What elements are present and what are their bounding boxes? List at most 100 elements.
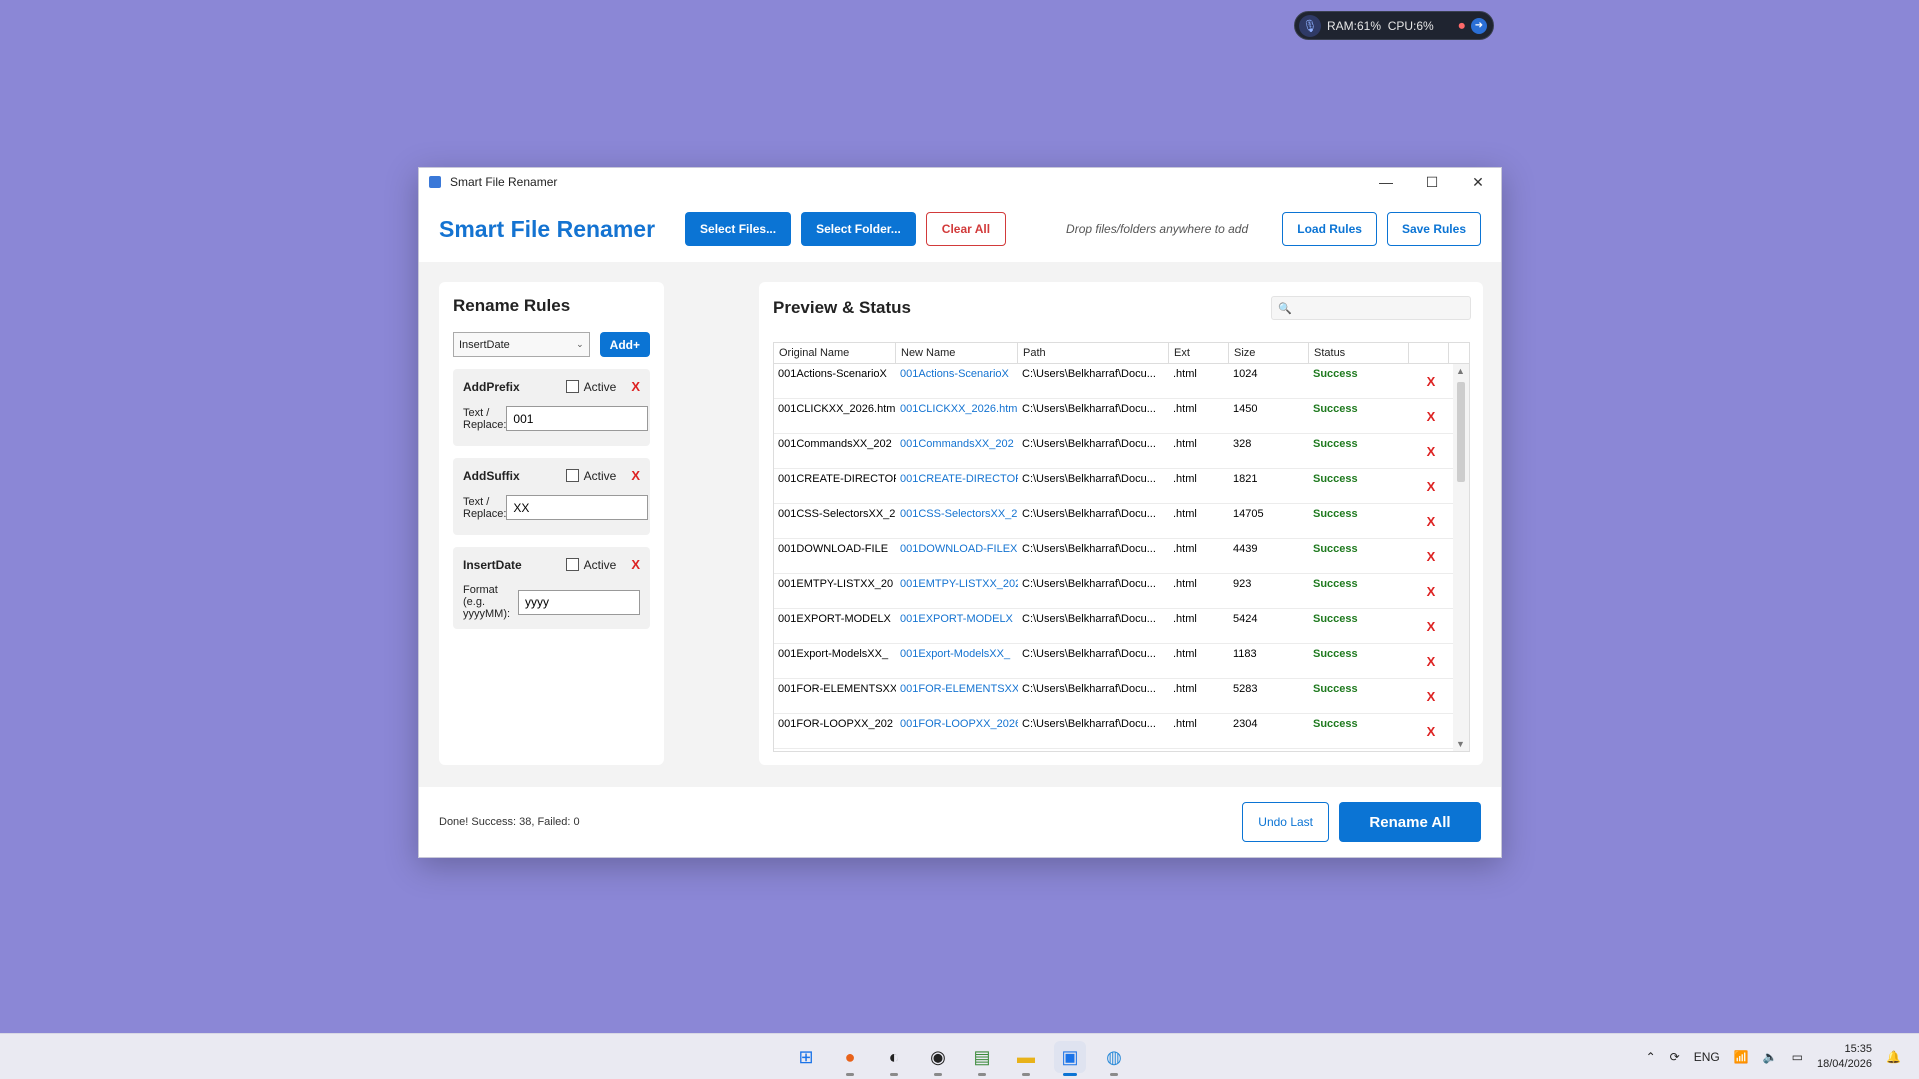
select-folder-button[interactable]: Select Folder...: [801, 212, 916, 246]
volume-icon[interactable]: 🔈: [1763, 1050, 1778, 1064]
col-original-name[interactable]: Original Name: [774, 343, 896, 363]
notification-bell-icon[interactable]: 🔔: [1886, 1050, 1901, 1064]
rule-value-input[interactable]: [506, 495, 649, 520]
table-row[interactable]: 001DOWNLOAD-FILE 001DOWNLOAD-FILEX C:\User…: [774, 539, 1469, 574]
system-monitor-widget[interactable]: 🎙 RAM:61% CPU:6% ⏺ ➜: [1294, 11, 1494, 40]
table-row[interactable]: 001CSS-SelectorsXX_2 001CSS-SelectorsXX_2…: [774, 504, 1469, 539]
remove-file-button[interactable]: X: [1409, 399, 1449, 433]
rule-value-input[interactable]: [506, 406, 649, 431]
maximize-button[interactable]: ☐: [1409, 168, 1455, 196]
original-name-cell: 001DOWNLOAD-FILE: [778, 543, 889, 555]
original-name-cell: 001EMTPY-LISTXX_20: [778, 578, 894, 590]
remove-file-button[interactable]: X: [1409, 504, 1449, 538]
path-cell: C:\Users\Belkharraf\Docu...: [1022, 578, 1156, 590]
table-row[interactable]: 001EMTPY-LISTXX_20 001EMTPY-LISTXX_202 C:\…: [774, 574, 1469, 609]
status-cell: Success: [1313, 438, 1358, 450]
rule-name: AddSuffix: [463, 468, 520, 483]
new-name-cell: 001FOR-LOOPXX_2026: [900, 718, 1018, 730]
col-ext[interactable]: Ext: [1169, 343, 1229, 363]
scroll-thumb[interactable]: [1457, 382, 1465, 482]
ext-cell: .html: [1173, 543, 1197, 555]
table-row[interactable]: 001CREATE-DIRECTOR 001CREATE-DIRECTOR C:\U…: [774, 469, 1469, 504]
active-checkbox[interactable]: [565, 558, 579, 571]
remove-file-button[interactable]: X: [1409, 434, 1449, 468]
start-icon[interactable]: ⊞: [790, 1041, 822, 1073]
remove-file-button[interactable]: X: [1409, 469, 1449, 503]
remove-file-button[interactable]: X: [1409, 539, 1449, 573]
active-checkbox[interactable]: [565, 469, 579, 482]
ext-cell: .html: [1173, 473, 1197, 485]
table-row[interactable]: 001CommandsXX_202 001CommandsXX_202 C:\Use…: [774, 434, 1469, 469]
active-checkbox[interactable]: [565, 380, 579, 393]
remove-file-button[interactable]: X: [1409, 364, 1449, 398]
save-rules-button[interactable]: Save Rules: [1386, 212, 1481, 246]
rule-type-select[interactable]: InsertDate ⌄: [453, 332, 590, 357]
remove-file-button[interactable]: X: [1409, 609, 1449, 643]
remove-file-button[interactable]: X: [1409, 574, 1449, 608]
table-row[interactable]: 001CLICKXX_2026.htm 001CLICKXX_2026.htm C:…: [774, 399, 1469, 434]
remove-file-button[interactable]: X: [1409, 679, 1449, 713]
field-label: Text / Replace:: [463, 495, 507, 520]
remove-file-button[interactable]: X: [1409, 644, 1449, 678]
media-player-icon[interactable]: ◐: [878, 1041, 910, 1076]
field-label: Format (e.g. yyyyMM):: [463, 584, 511, 620]
new-name-cell: 001FOR-ELEMENTSXX_: [900, 683, 1018, 695]
search-input[interactable]: 🔍: [1271, 296, 1471, 320]
rename-all-button[interactable]: Rename All: [1339, 802, 1481, 842]
status-cell: Success: [1313, 403, 1358, 415]
table-row[interactable]: 001FOR-ELEMENTSXX 001FOR-ELEMENTSXX_ C:\Us…: [774, 679, 1469, 714]
microphone-icon[interactable]: 🎙: [1299, 14, 1321, 37]
system-tray: ⌃ ⟳ ENG 📶 🔈 ▭ 15:35 18/04/2026 🔔: [1646, 1034, 1901, 1079]
table-row[interactable]: 001Actions-ScenarioX 001Actions-ScenarioX…: [774, 364, 1469, 399]
table-scrollbar[interactable]: ▲ ▼: [1453, 364, 1469, 751]
add-rule-button[interactable]: Add+: [599, 332, 650, 357]
close-button[interactable]: ✕: [1455, 168, 1501, 196]
col-path[interactable]: Path: [1018, 343, 1169, 363]
status-cell: Success: [1313, 718, 1358, 730]
chevron-up-icon[interactable]: ⌃: [1646, 1050, 1656, 1064]
load-rules-button[interactable]: Load Rules: [1282, 212, 1377, 246]
sync-icon[interactable]: ⟳: [1670, 1050, 1680, 1064]
remove-rule-button[interactable]: X: [631, 557, 640, 572]
language-indicator[interactable]: ENG: [1694, 1050, 1720, 1064]
minimize-button[interactable]: —: [1363, 168, 1409, 196]
window-title: Smart File Renamer: [450, 175, 558, 189]
file-explorer-icon[interactable]: ▬: [1010, 1041, 1042, 1076]
arrow-right-icon[interactable]: ➜: [1471, 17, 1487, 34]
original-name-cell: 001CommandsXX_202: [778, 438, 892, 450]
app-brand-title: Smart File Renamer: [439, 215, 656, 242]
wifi-icon[interactable]: 📶: [1734, 1050, 1749, 1064]
active-label: Active: [583, 468, 617, 483]
clear-all-button[interactable]: Clear All: [925, 212, 1007, 246]
obs-icon[interactable]: ◉: [922, 1041, 954, 1076]
remove-file-button[interactable]: X: [1409, 714, 1449, 748]
app-window: Smart File Renamer — ☐ ✕ Smart File Rena…: [418, 167, 1502, 858]
remove-rule-button[interactable]: X: [631, 468, 640, 483]
scroll-up-icon[interactable]: ▲: [1456, 366, 1465, 376]
scroll-down-icon[interactable]: ▼: [1456, 739, 1465, 749]
rule-card-insertdate: InsertDate Active X Format (e.g. yyyyMM)…: [453, 547, 650, 629]
rule-name: InsertDate: [463, 557, 522, 572]
firefox-icon[interactable]: ●: [834, 1041, 866, 1076]
file-table: Original Name New Name Path Ext Size Sta…: [773, 342, 1470, 752]
remove-rule-button[interactable]: X: [631, 379, 640, 394]
clock[interactable]: 15:35 18/04/2026: [1817, 1042, 1872, 1072]
col-status[interactable]: Status: [1309, 343, 1409, 363]
smart-file-renamer-taskbar-icon[interactable]: ▣: [1054, 1041, 1086, 1076]
col-new-name[interactable]: New Name: [896, 343, 1018, 363]
col-size[interactable]: Size: [1229, 343, 1309, 363]
select-files-button[interactable]: Select Files...: [685, 212, 792, 246]
table-row[interactable]: 001EXPORT-MODELX 001EXPORT-MODELX C:\Users…: [774, 609, 1469, 644]
undo-last-button[interactable]: Undo Last: [1242, 802, 1329, 842]
path-cell: C:\Users\Belkharraf\Docu...: [1022, 648, 1156, 660]
original-name-cell: 001FOR-LOOPXX_202: [778, 718, 893, 730]
table-row[interactable]: 001FOR-LOOPXX_202 001FOR-LOOPXX_2026 C:\Us…: [774, 714, 1469, 749]
size-cell: 5424: [1233, 613, 1258, 625]
record-icon[interactable]: ⏺: [1459, 18, 1466, 34]
taskbar-apps: ⊞ ● ◐ ◉ ▤ ▬ ▣ ◍: [790, 1041, 1130, 1076]
rule-value-input[interactable]: [518, 589, 640, 615]
battery-icon[interactable]: ▭: [1792, 1050, 1803, 1064]
globe-icon[interactable]: ◍: [1098, 1041, 1130, 1076]
notepad-icon[interactable]: ▤: [966, 1041, 998, 1076]
table-row[interactable]: 001Export-ModelsXX_ 001Export-ModelsXX_ C:…: [774, 644, 1469, 679]
